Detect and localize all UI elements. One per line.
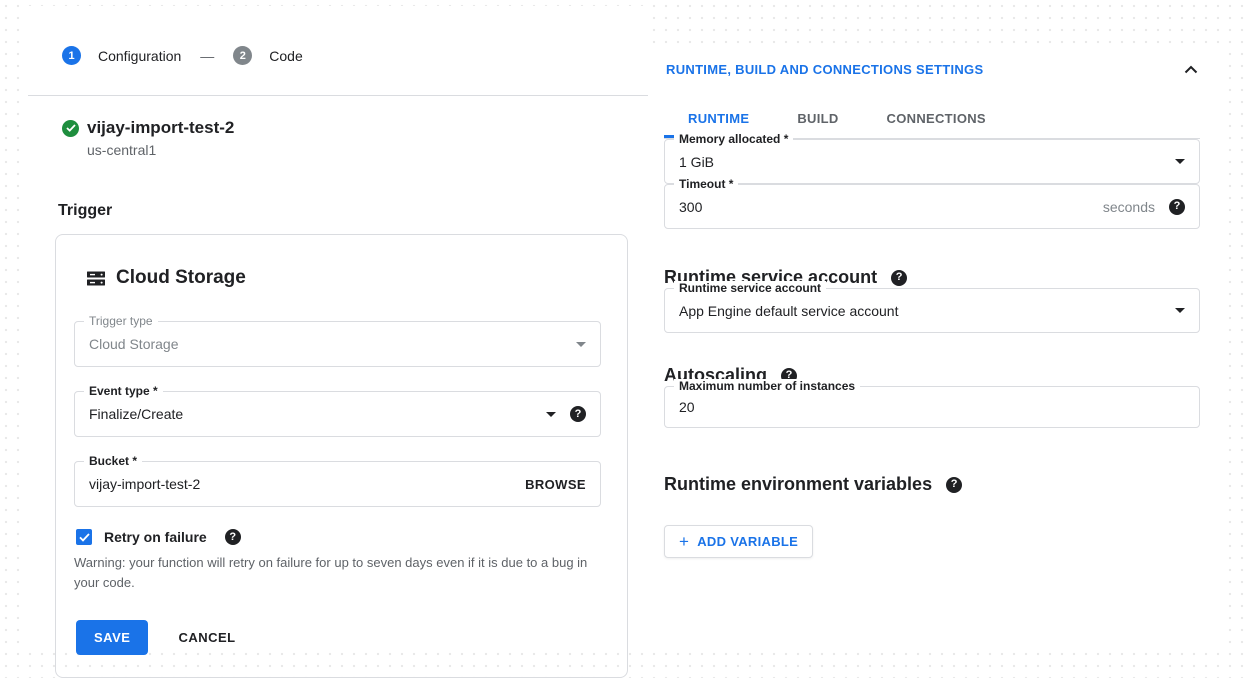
save-button[interactable]: SAVE xyxy=(76,620,148,655)
retry-row: Retry on failure ? xyxy=(76,529,601,545)
event-type-select[interactable]: Event type * Finalize/Create ? xyxy=(74,391,601,437)
timeout-suffix: seconds xyxy=(1103,199,1155,215)
retry-warning-text: Warning: your function will retry on fai… xyxy=(74,553,601,592)
retry-help-icon[interactable]: ? xyxy=(225,529,241,545)
chevron-down-icon[interactable] xyxy=(1175,159,1185,164)
service-account-help-icon[interactable]: ? xyxy=(891,270,907,286)
trigger-type-select[interactable]: Trigger type Cloud Storage xyxy=(74,321,601,367)
trigger-type-value: Cloud Storage xyxy=(89,336,566,352)
collapse-section-button[interactable] xyxy=(1182,63,1200,76)
step-1-circle[interactable]: 1 xyxy=(62,46,81,65)
browse-button[interactable]: BROWSE xyxy=(525,477,586,492)
chevron-down-icon xyxy=(576,342,586,347)
bucket-input[interactable] xyxy=(89,476,525,492)
trigger-actions: SAVE CANCEL xyxy=(76,620,601,655)
trigger-section-title: Trigger xyxy=(58,202,648,220)
max-instances-input[interactable] xyxy=(679,399,1185,415)
event-type-help-icon[interactable]: ? xyxy=(570,406,586,422)
max-instances-field: Maximum number of instances xyxy=(664,386,1200,428)
retry-label[interactable]: Retry on failure xyxy=(104,529,207,545)
service-account-value: App Engine default service account xyxy=(679,303,1165,319)
timeout-label: Timeout * xyxy=(674,177,738,191)
chevron-up-icon xyxy=(1184,65,1198,74)
memory-allocated-select[interactable]: Memory allocated * 1 GiB xyxy=(664,139,1200,184)
memory-allocated-value: 1 GiB xyxy=(679,154,1165,170)
timeout-help-icon[interactable]: ? xyxy=(1169,199,1185,215)
function-name: vijay-import-test-2 xyxy=(87,118,234,138)
chevron-down-icon[interactable] xyxy=(1175,308,1185,313)
service-account-label: Runtime service account xyxy=(674,281,826,295)
runtime-settings-panel: RUNTIME, BUILD AND CONNECTIONS SETTINGS … xyxy=(652,46,1224,646)
function-region: us-central1 xyxy=(87,142,648,158)
timeout-input[interactable] xyxy=(679,199,1093,215)
chevron-down-icon[interactable] xyxy=(546,412,556,417)
tab-connections[interactable]: CONNECTIONS xyxy=(863,101,1010,138)
function-header: vijay-import-test-2 xyxy=(62,118,648,138)
trigger-card: Cloud Storage Trigger type Cloud Storage… xyxy=(55,234,628,678)
trigger-card-title-text: Cloud Storage xyxy=(116,267,246,289)
bucket-label: Bucket * xyxy=(84,454,142,468)
trigger-card-title: Cloud Storage xyxy=(86,267,601,289)
add-variable-button[interactable]: + ADD VARIABLE xyxy=(664,525,813,558)
step-2-circle[interactable]: 2 xyxy=(233,46,252,65)
env-vars-heading: Runtime environment variables ? xyxy=(664,474,1200,495)
configuration-panel: 1 Configuration — 2 Code vijay-import-te… xyxy=(28,6,648,646)
memory-allocated-label: Memory allocated * xyxy=(674,132,793,146)
env-vars-help-icon[interactable]: ? xyxy=(946,477,962,493)
max-instances-label: Maximum number of instances xyxy=(674,379,860,393)
event-type-value: Finalize/Create xyxy=(89,406,536,422)
stepper-divider xyxy=(28,95,648,96)
trigger-type-label: Trigger type xyxy=(84,314,158,328)
retry-checkbox[interactable] xyxy=(76,529,92,545)
step-1-label[interactable]: Configuration xyxy=(98,48,181,64)
settings-header: RUNTIME, BUILD AND CONNECTIONS SETTINGS xyxy=(664,62,1200,77)
cancel-button[interactable]: CANCEL xyxy=(178,630,235,645)
success-check-icon xyxy=(62,120,79,137)
cloud-storage-icon xyxy=(86,270,106,287)
step-2-label[interactable]: Code xyxy=(269,48,302,64)
stepper: 1 Configuration — 2 Code xyxy=(28,6,648,65)
stepper-separator: — xyxy=(198,48,216,64)
bucket-field: Bucket * BROWSE xyxy=(74,461,601,507)
env-vars-heading-text: Runtime environment variables xyxy=(664,474,932,495)
event-type-label: Event type * xyxy=(84,384,163,398)
timeout-field: Timeout * seconds ? xyxy=(664,184,1200,229)
add-variable-label: ADD VARIABLE xyxy=(697,534,798,549)
service-account-select[interactable]: Runtime service account App Engine defau… xyxy=(664,288,1200,333)
settings-header-title[interactable]: RUNTIME, BUILD AND CONNECTIONS SETTINGS xyxy=(666,62,983,77)
plus-icon: + xyxy=(679,533,689,550)
